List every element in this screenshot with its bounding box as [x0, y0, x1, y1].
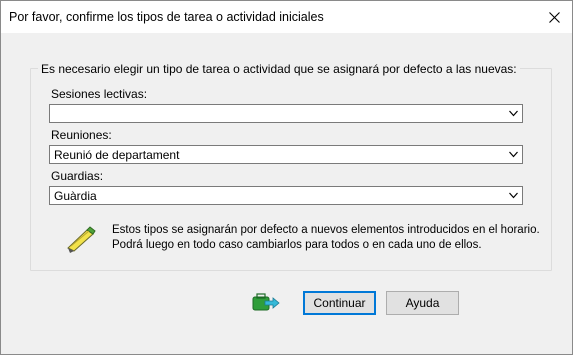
- guardias-value: Guàrdia: [54, 189, 97, 203]
- sesiones-select[interactable]: [49, 104, 523, 123]
- guardias-select[interactable]: Guàrdia: [49, 186, 523, 205]
- reuniones-select[interactable]: Reunió de departament: [49, 145, 523, 164]
- guardias-label: Guardias:: [51, 169, 104, 183]
- continue-button[interactable]: Continuar: [303, 291, 376, 315]
- chevron-down-icon: [509, 110, 518, 117]
- help-button[interactable]: Ayuda: [386, 291, 459, 315]
- chevron-down-icon: [509, 192, 518, 199]
- info-line-2: Podrá luego en todo caso cambiarlos para…: [112, 239, 482, 251]
- dialog-title: Por favor, confirme los tipos de tarea o…: [9, 10, 324, 24]
- close-button[interactable]: [536, 1, 572, 33]
- dialog-window: Por favor, confirme los tipos de tarea o…: [0, 0, 573, 355]
- title-bar: Por favor, confirme los tipos de tarea o…: [1, 1, 572, 33]
- pencil-note-icon: [67, 226, 96, 253]
- reuniones-label: Reuniones:: [51, 128, 112, 142]
- reuniones-value: Reunió de departament: [54, 148, 180, 162]
- close-icon: [548, 11, 560, 23]
- exit-icon: [252, 293, 280, 311]
- sesiones-label: Sesiones lectivas:: [51, 87, 148, 101]
- chevron-down-icon: [509, 151, 518, 158]
- group-caption: Es necesario elegir un tipo de tarea o a…: [38, 62, 520, 76]
- info-line-1: Estos tipos se asignarán por defecto a n…: [112, 224, 540, 236]
- info-text: Estos tipos se asignarán por defecto a n…: [112, 223, 542, 253]
